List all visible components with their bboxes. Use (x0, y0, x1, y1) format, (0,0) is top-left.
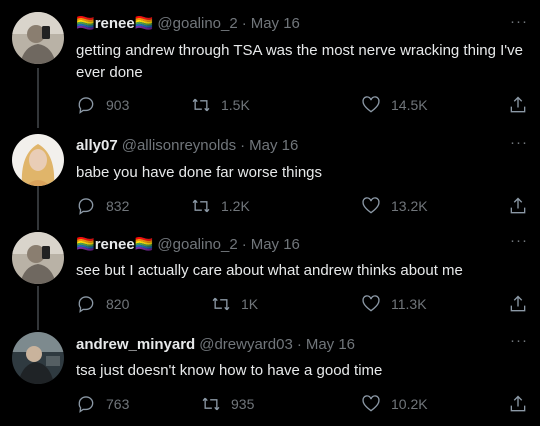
separator-dot: · (240, 136, 246, 154)
reply-count: 763 (106, 396, 130, 412)
like-count: 14.5K (391, 97, 428, 113)
display-name[interactable]: andrew_minyard (76, 336, 195, 353)
tweet-header: andrew_minyard @drewyard03 · May 16 (76, 333, 500, 355)
retweet-icon (202, 397, 220, 411)
retweet-count: 935 (231, 396, 255, 412)
tweet[interactable]: 🏳️‍🌈 renee 🏳️‍🌈 @goalino_2 · May 16 ··· … (0, 0, 540, 114)
separator-dot: · (241, 235, 247, 253)
share-button[interactable] (508, 394, 528, 414)
tweet-header: ally07 @allisonreynolds · May 16 (76, 134, 500, 156)
rainbow-flag-icon: 🏳️‍🌈 (134, 235, 154, 253)
tweet-date[interactable]: May 16 (251, 236, 300, 253)
tweet-text: see but I actually care about what andre… (76, 262, 463, 279)
user-handle[interactable]: @drewyard03 (199, 336, 293, 353)
heart-icon (362, 295, 380, 312)
share-icon (510, 395, 526, 412)
retweet-count: 1.2K (221, 198, 250, 214)
rainbow-flag-icon: 🏳️‍🌈 (76, 235, 95, 253)
tweet[interactable]: andrew_minyard @drewyard03 · May 16 ··· … (0, 324, 540, 424)
display-name[interactable]: ally07 (76, 137, 118, 154)
heart-icon (362, 395, 380, 412)
rainbow-flag-icon: 🏳️‍🌈 (76, 14, 95, 32)
reply-count: 903 (106, 97, 130, 113)
like-count: 10.2K (391, 396, 428, 412)
more-options-icon[interactable]: ··· (510, 232, 528, 249)
separator-dot: · (241, 14, 247, 32)
share-button[interactable] (508, 95, 528, 115)
tweet-date[interactable]: May 16 (249, 137, 298, 154)
tweet-date[interactable]: May 16 (306, 336, 355, 353)
more-options-icon[interactable]: ··· (510, 332, 528, 349)
retweet-button[interactable]: 1.5K (191, 95, 250, 115)
reply-count: 832 (106, 198, 130, 214)
share-icon (510, 197, 526, 214)
avatar[interactable] (12, 332, 64, 384)
share-button[interactable] (508, 294, 528, 314)
reply-button[interactable]: 820 (76, 294, 129, 314)
tweet-header: 🏳️‍🌈 renee 🏳️‍🌈 @goalino_2 · May 16 (76, 233, 500, 255)
tweet-date[interactable]: May 16 (251, 15, 300, 32)
reply-icon (78, 198, 94, 215)
heart-icon (362, 197, 380, 214)
tweet-header: 🏳️‍🌈 renee 🏳️‍🌈 @goalino_2 · May 16 (76, 12, 500, 34)
like-button[interactable]: 14.5K (361, 95, 428, 115)
more-options-icon[interactable]: ··· (510, 134, 528, 151)
reply-button[interactable]: 763 (76, 394, 129, 414)
retweet-button[interactable]: 1K (211, 294, 258, 314)
reply-button[interactable]: 832 (76, 196, 129, 216)
like-button[interactable]: 13.2K (361, 196, 428, 216)
tweet[interactable]: ally07 @allisonreynolds · May 16 ··· bab… (0, 126, 540, 226)
retweet-count: 1.5K (221, 97, 250, 113)
tweet-text: getting andrew through TSA was the most … (76, 42, 523, 81)
tweet-text: tsa just doesn't know how to have a good… (76, 362, 383, 379)
avatar[interactable] (12, 134, 64, 186)
retweet-button[interactable]: 1.2K (191, 196, 250, 216)
tweet[interactable]: 🏳️‍🌈 renee 🏳️‍🌈 @goalino_2 · May 16 ··· … (0, 224, 540, 324)
like-count: 11.3K (391, 296, 427, 312)
share-button[interactable] (508, 196, 528, 216)
tweet-actions: 832 1.2K 13.2K (76, 194, 528, 218)
tweet-thread: 🏳️‍🌈 renee 🏳️‍🌈 @goalino_2 · May 16 ··· … (0, 0, 540, 426)
tweet-text: babe you have done far worse things (76, 164, 322, 181)
reply-icon (78, 396, 94, 413)
separator-dot: · (296, 335, 302, 353)
retweet-icon (192, 199, 210, 213)
tweet-actions: 820 1K 11.3K (76, 292, 528, 316)
heart-icon (362, 96, 380, 113)
reply-icon (78, 296, 94, 313)
like-button[interactable]: 10.2K (361, 394, 428, 414)
retweet-icon (212, 297, 230, 311)
share-icon (510, 295, 526, 312)
user-handle[interactable]: @goalino_2 (157, 236, 237, 253)
rainbow-flag-icon: 🏳️‍🌈 (134, 14, 154, 32)
retweet-icon (192, 98, 210, 112)
user-handle[interactable]: @allisonreynolds (122, 137, 236, 154)
tweet-actions: 903 1.5K 14.5K (76, 93, 528, 117)
reply-count: 820 (106, 296, 130, 312)
more-options-icon[interactable]: ··· (510, 13, 528, 30)
avatar[interactable] (12, 232, 64, 284)
user-handle[interactable]: @goalino_2 (157, 15, 237, 32)
retweet-button[interactable]: 935 (201, 394, 254, 414)
display-name[interactable]: renee (95, 236, 135, 253)
share-icon (510, 96, 526, 113)
reply-icon (78, 97, 94, 114)
like-count: 13.2K (391, 198, 428, 214)
display-name[interactable]: renee (95, 15, 135, 32)
tweet-actions: 763 935 10.2K (76, 392, 528, 416)
avatar[interactable] (12, 12, 64, 64)
retweet-count: 1K (241, 296, 259, 312)
reply-button[interactable]: 903 (76, 95, 129, 115)
like-button[interactable]: 11.3K (361, 294, 427, 314)
